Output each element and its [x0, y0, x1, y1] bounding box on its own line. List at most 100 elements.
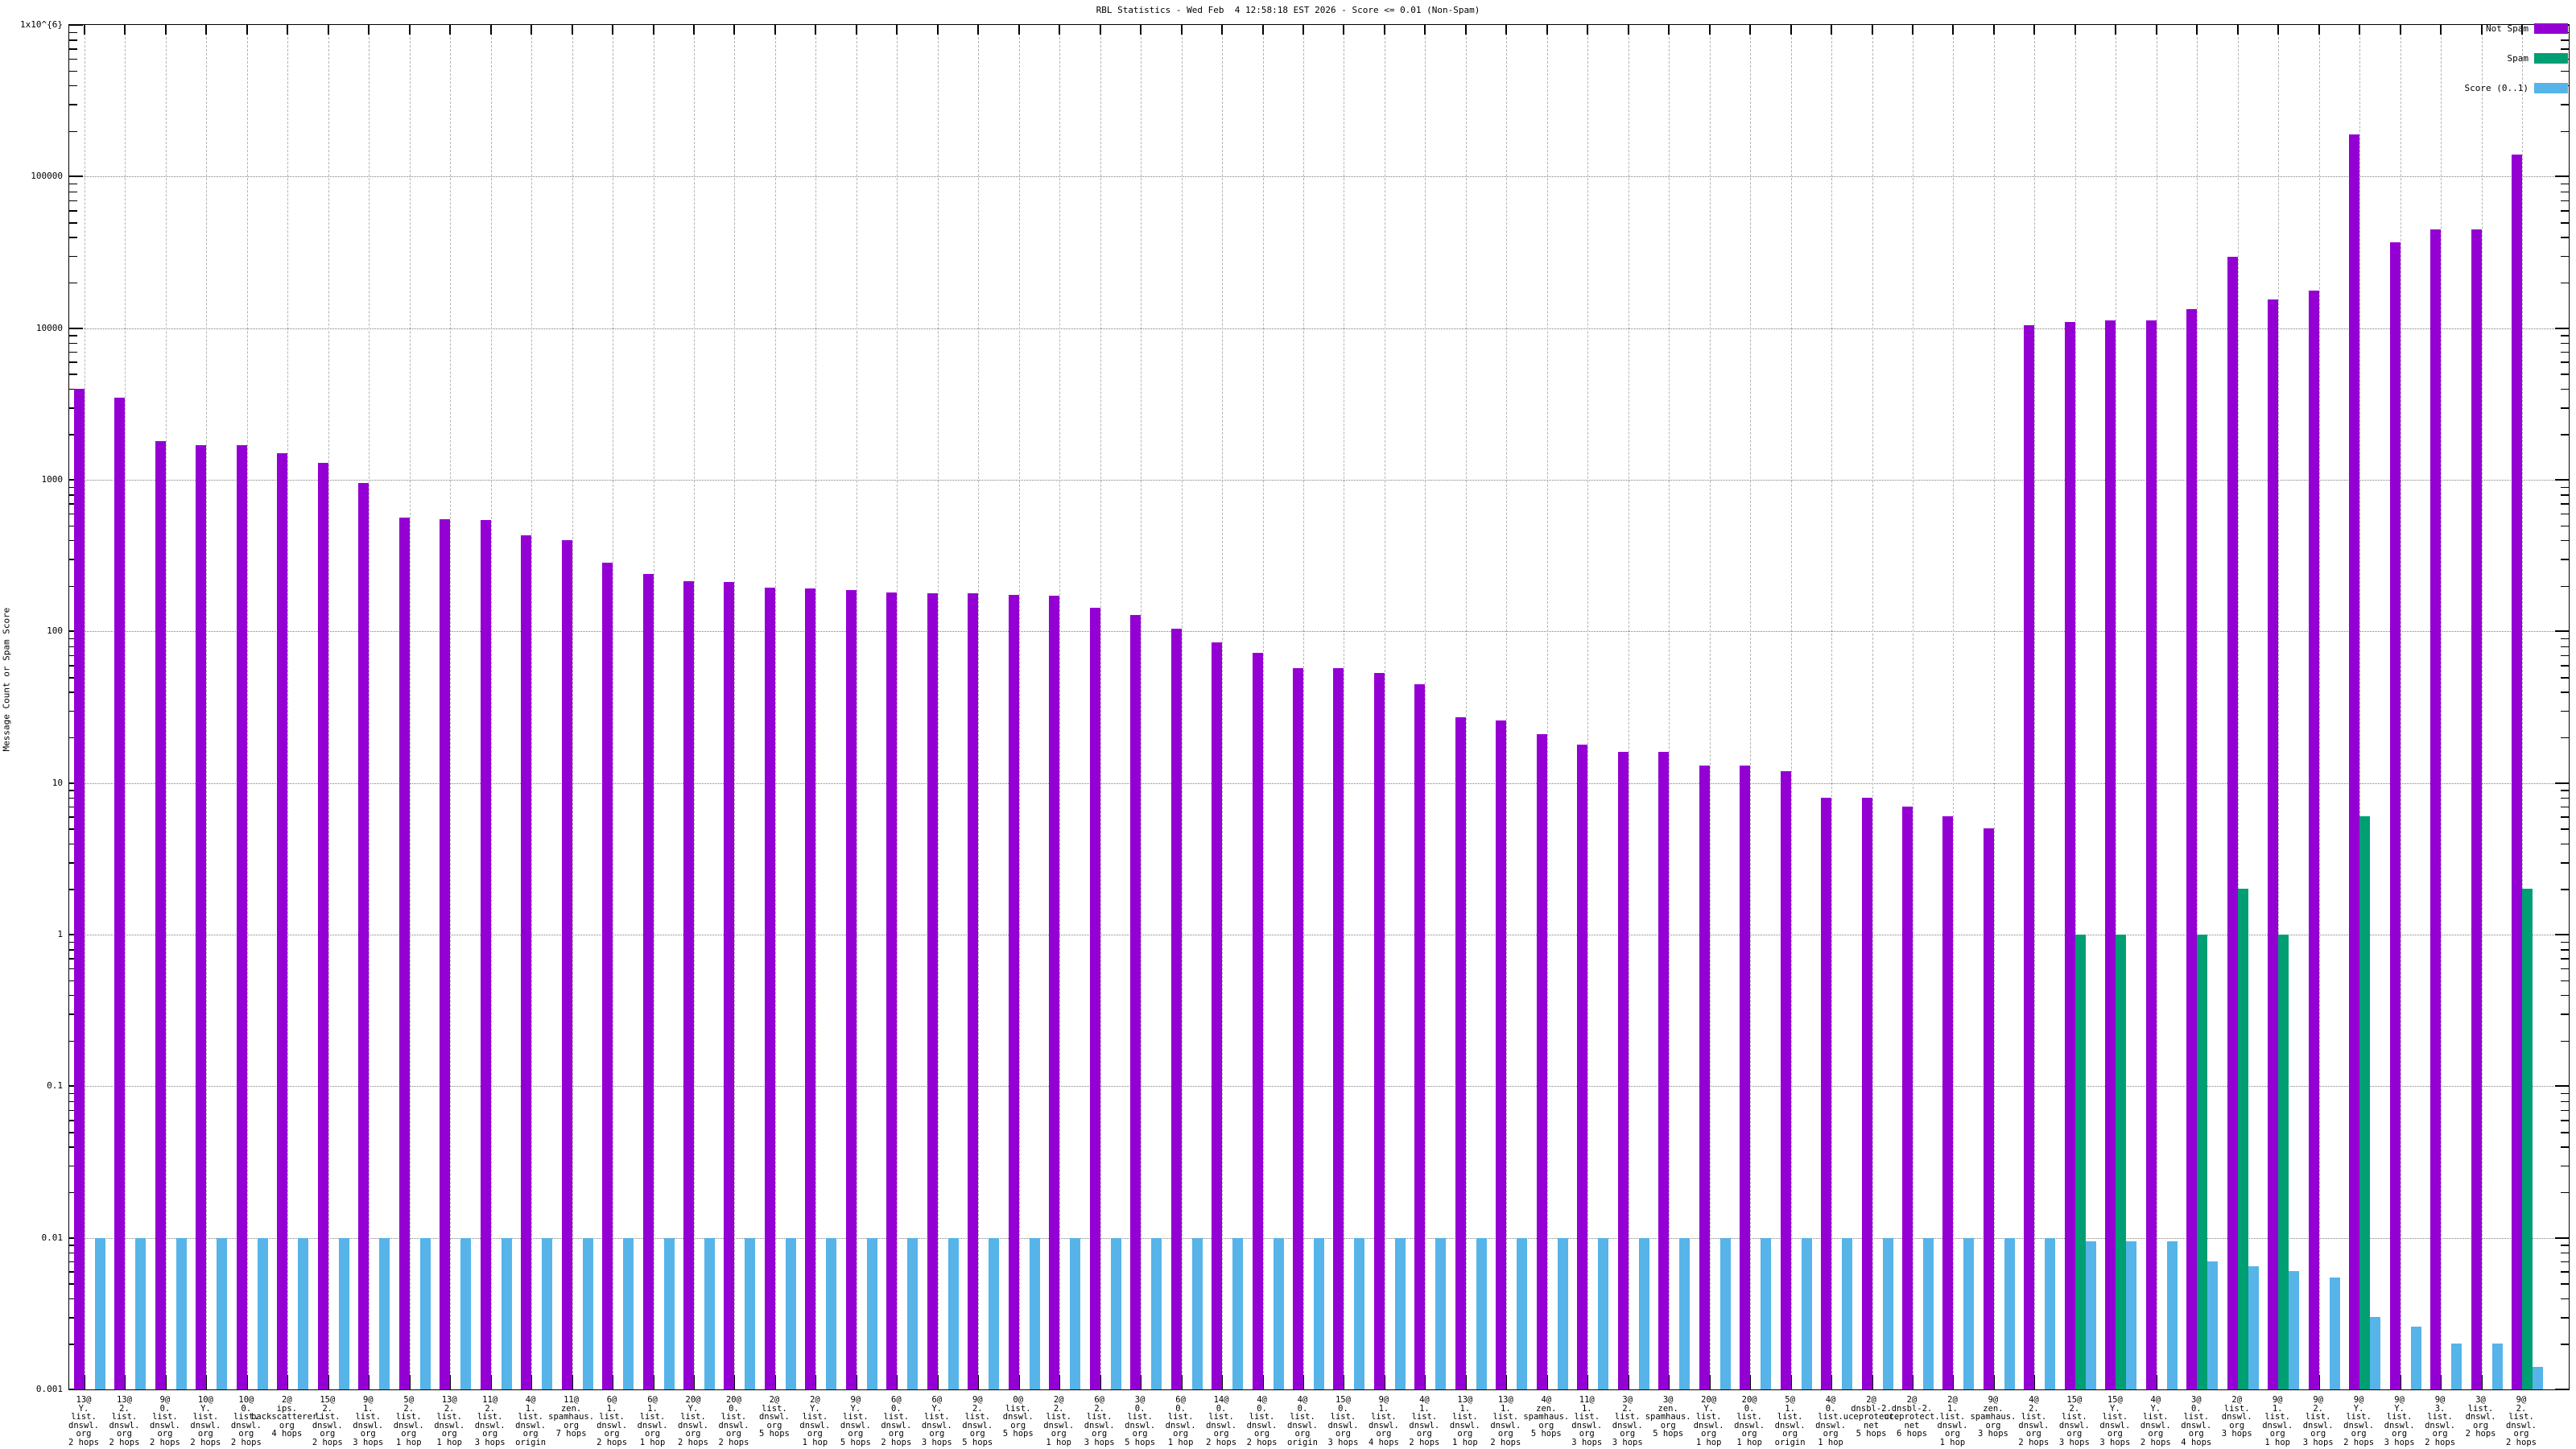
score-bar: [338, 1237, 349, 1389]
x-tick-top: [2277, 25, 2280, 35]
vertical-gridline: [2318, 25, 2320, 1389]
not-spam-bar: [114, 397, 126, 1389]
y-axis-tick-label: 0.1: [47, 1080, 63, 1092]
y-minor-tick-right: [2561, 968, 2569, 970]
score-bar: [501, 1237, 512, 1389]
y-minor-tick-right: [2561, 949, 2569, 951]
y-minor-tick-right: [2561, 1040, 2569, 1042]
y-minor-tick-left: [69, 374, 77, 375]
vertical-gridline: [1993, 25, 1995, 1389]
y-minor-tick-right: [2561, 677, 2569, 679]
chart-title: RBL Statistics - Wed Feb 4 12:58:18 EST …: [1096, 5, 1480, 15]
x-tick-top: [1302, 25, 1304, 35]
vertical-gridline: [125, 25, 126, 1389]
score-bar: [704, 1237, 715, 1389]
y-axis-tick-label: 1000: [41, 474, 64, 485]
y-major-tick-right: [2555, 327, 2569, 329]
x-tick-top: [1871, 25, 1873, 35]
y-minor-tick-right: [2561, 710, 2569, 712]
vertical-gridline: [694, 25, 695, 1389]
y-major-tick-right: [2555, 934, 2569, 935]
not-spam-bar: [1008, 595, 1019, 1389]
score-bar: [907, 1237, 919, 1389]
score-bar: [1882, 1237, 1893, 1389]
x-tick-top: [774, 25, 776, 35]
y-minor-tick-right: [2561, 539, 2569, 542]
x-tick-top: [2318, 25, 2320, 35]
score-bar: [745, 1237, 756, 1389]
y-minor-tick-right: [2561, 737, 2569, 739]
y-minor-tick-right: [2561, 525, 2569, 527]
not-spam-bar: [1699, 766, 1710, 1389]
not-spam-bar: [155, 440, 166, 1389]
vertical-gridline: [490, 25, 492, 1389]
vertical-gridline: [246, 25, 248, 1389]
score-bar: [1638, 1237, 1649, 1389]
not-spam-bar: [1983, 828, 1994, 1389]
y-minor-tick-right: [2561, 407, 2569, 409]
score-bar: [2329, 1277, 2340, 1389]
vertical-gridline: [1587, 25, 1589, 1389]
x-tick-top: [693, 25, 695, 35]
y-major-tick-right: [2555, 1236, 2569, 1239]
score-bar: [663, 1237, 675, 1389]
not-spam-bar: [764, 587, 775, 1389]
score-bar: [582, 1237, 593, 1389]
score-bar: [866, 1237, 877, 1389]
y-axis-tick-label: 100000: [31, 171, 63, 182]
legend-label: Not Spam: [2486, 23, 2529, 34]
y-major-tick-right: [2555, 782, 2569, 784]
y-minor-tick-right: [2561, 335, 2569, 336]
y-minor-tick-right: [2561, 665, 2569, 667]
score-bar: [217, 1237, 228, 1389]
x-tick-top: [246, 25, 248, 35]
y-minor-tick-right: [2561, 828, 2569, 830]
not-spam-bar: [440, 518, 451, 1389]
score-bar: [2045, 1237, 2056, 1389]
y-major-tick-right: [2555, 630, 2569, 633]
y-axis-tick-label: 10: [52, 777, 63, 788]
y-minor-tick-left: [69, 85, 77, 87]
gnuplot-chart-page: { "title": "RBL Statistics - Wed Feb 4 1…: [0, 0, 2576, 1449]
y-major-tick-right: [2555, 479, 2569, 481]
x-tick-top: [1261, 25, 1264, 35]
y-minor-tick-right: [2561, 130, 2569, 133]
not-spam-bar: [1252, 653, 1263, 1389]
y-minor-tick-right: [2561, 941, 2569, 943]
score-bar: [1435, 1237, 1447, 1389]
vertical-gridline: [1750, 25, 1752, 1389]
y-minor-tick-right: [2561, 797, 2569, 799]
x-tick-top: [2115, 25, 2117, 35]
y-minor-tick-right: [2561, 1298, 2569, 1300]
vertical-gridline: [1790, 25, 1792, 1389]
not-spam-bar: [683, 580, 694, 1389]
x-tick-top: [1546, 25, 1548, 35]
x-tick-top: [530, 25, 533, 35]
vertical-gridline: [2034, 25, 2036, 1389]
score-bar: [785, 1237, 796, 1389]
not-spam-bar: [521, 535, 532, 1389]
score-bar: [1354, 1237, 1365, 1389]
x-tick-top: [1424, 25, 1426, 35]
y-minor-tick-right: [2561, 200, 2569, 201]
not-spam-bar: [1212, 642, 1223, 1389]
score-bar: [2491, 1344, 2503, 1389]
not-spam-bar: [1617, 752, 1629, 1389]
score-bar: [1110, 1237, 1121, 1389]
legend-item: Score (0..1): [2326, 82, 2568, 93]
not-spam-bar: [1658, 752, 1670, 1389]
not-spam-bar: [1170, 629, 1182, 1389]
not-spam-bar: [845, 590, 857, 1389]
vertical-gridline: [1546, 25, 1548, 1389]
y-major-tick-left: [69, 327, 83, 329]
x-tick-top: [1587, 25, 1589, 35]
y-major-tick-right: [2555, 175, 2569, 178]
x-tick-top: [1749, 25, 1752, 35]
score-bar: [1191, 1237, 1203, 1389]
x-tick-top: [124, 25, 126, 35]
x-tick-top: [733, 25, 736, 35]
vertical-gridline: [531, 25, 533, 1389]
x-tick-top: [1790, 25, 1792, 35]
not-spam-bar: [1455, 717, 1466, 1389]
x-tick-top: [815, 25, 817, 35]
